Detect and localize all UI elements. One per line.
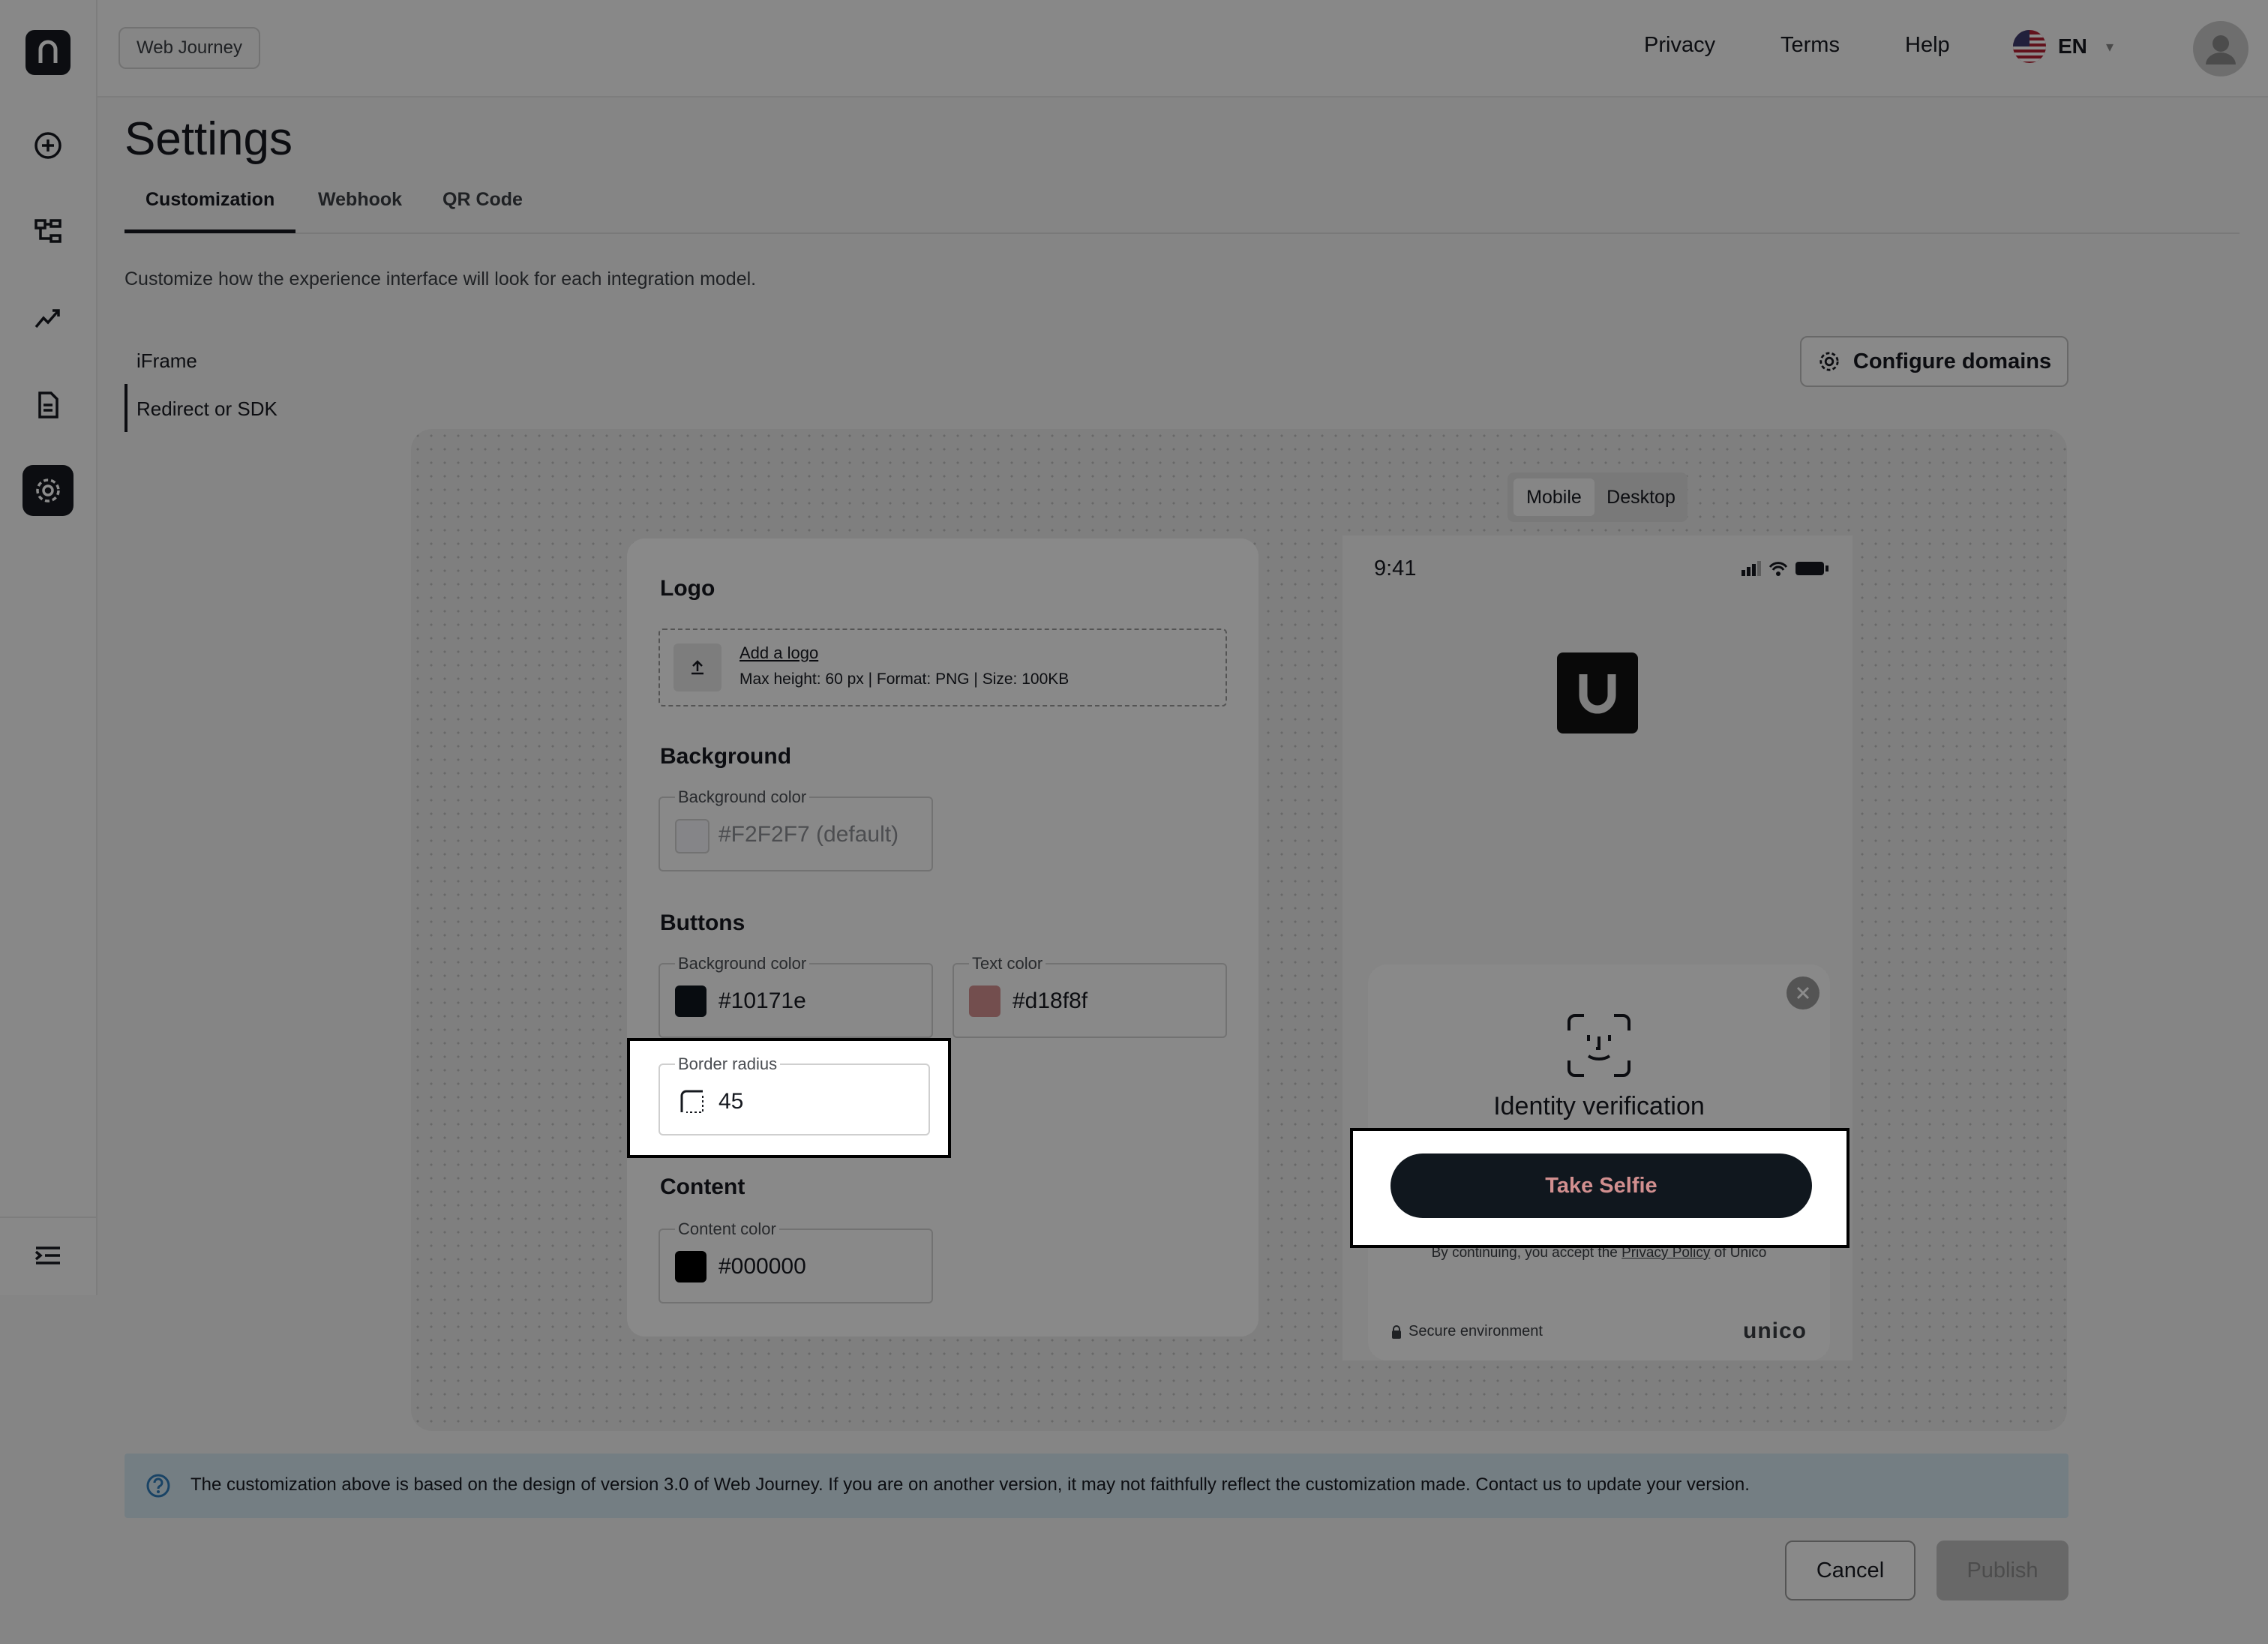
cta-highlight: Take Selfie <box>1350 1128 1850 1248</box>
border-radius-field[interactable]: Border radius 45 <box>658 1054 930 1136</box>
border-radius-highlight: Border radius 45 <box>627 1038 951 1158</box>
take-selfie-button[interactable]: Take Selfie <box>1390 1154 1812 1218</box>
border-radius-value: 45 <box>718 1089 744 1114</box>
dim-overlay <box>0 0 2268 1644</box>
corner-radius-icon <box>680 1089 705 1118</box>
border-radius-label: Border radius <box>675 1054 781 1074</box>
